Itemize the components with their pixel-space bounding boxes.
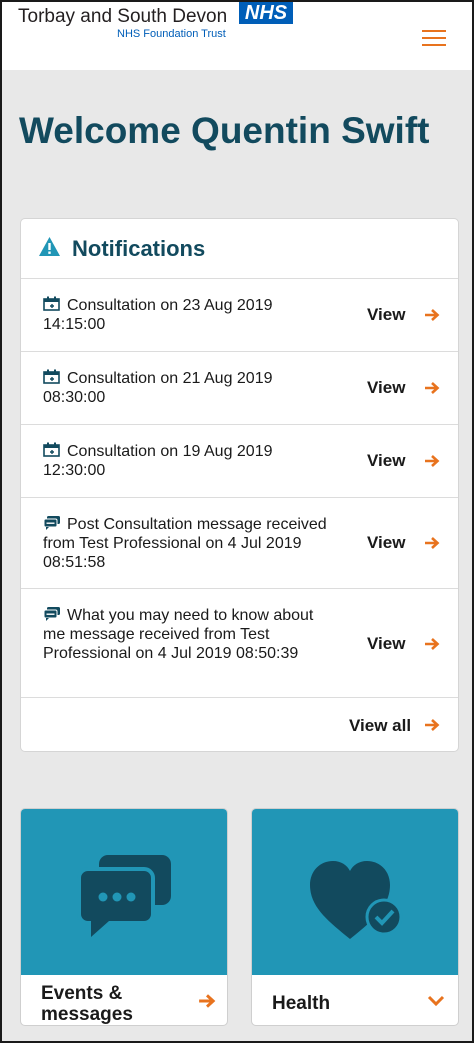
nhs-logo: NHS [239,2,293,24]
view-link[interactable]: View [367,634,405,654]
arrow-right-icon [425,309,440,321]
tile-banner [252,809,458,975]
notification-row[interactable]: Consultation on 21 Aug 2019 08:30:00 Vie… [21,352,458,425]
app-screen: Torbay and South Devon NHS NHS Foundatio… [0,0,474,1043]
notification-text: What you may need to know about me messa… [43,607,314,662]
chevron-down-icon[interactable] [427,995,445,1007]
warning-icon [39,237,60,256]
app-header: Torbay and South Devon NHS NHS Foundatio… [2,2,472,70]
notifications-card: Notifications Consultation on 23 Aug 201… [20,218,459,752]
notification-text: Post Consultation message received from … [43,516,327,571]
tile-label: Events & messages [41,983,133,1025]
notification-text: Consultation on 21 Aug 2019 08:30:00 [43,369,273,406]
view-all-link[interactable]: View all [349,716,411,736]
notification-row[interactable]: Post Consultation message received from … [21,498,458,589]
page-title: Welcome Quentin Swift [19,110,430,151]
notification-row[interactable]: Consultation on 23 Aug 2019 14:15:00 Vie… [21,279,458,352]
message-icon [43,516,60,530]
hamburger-menu-icon[interactable] [420,28,448,48]
view-link[interactable]: View [367,378,405,398]
notifications-header: Notifications [21,219,458,279]
notification-row[interactable]: Consultation on 19 Aug 2019 12:30:00 Vie… [21,425,458,498]
notification-text: Consultation on 19 Aug 2019 12:30:00 [43,442,273,479]
view-link[interactable]: View [367,533,405,553]
message-icon [43,607,60,621]
notification-row[interactable]: What you may need to know about me messa… [21,589,458,698]
view-link[interactable]: View [367,451,405,471]
trust-name: NHS Foundation Trust [117,28,226,40]
arrow-right-icon [425,719,440,731]
arrow-right-icon [425,455,440,467]
arrow-right-icon [425,638,440,650]
tile-label: Health [272,993,331,1014]
tile-banner [21,809,227,975]
chat-bubbles-icon [77,855,171,937]
calendar-icon [43,296,60,311]
arrow-right-icon [425,537,440,549]
arrow-right-icon [425,382,440,394]
health-tile[interactable]: Health [251,808,459,1026]
arrow-right-icon [199,994,216,1008]
heart-check-icon [310,861,403,939]
calendar-icon [43,442,60,457]
org-name: Torbay and South Devon [18,6,228,27]
view-link[interactable]: View [367,305,405,325]
events-messages-tile[interactable]: Events & messages [20,808,228,1026]
notifications-title: Notifications [72,236,206,261]
calendar-icon [43,369,60,384]
notification-text: Consultation on 23 Aug 2019 14:15:00 [43,296,273,333]
